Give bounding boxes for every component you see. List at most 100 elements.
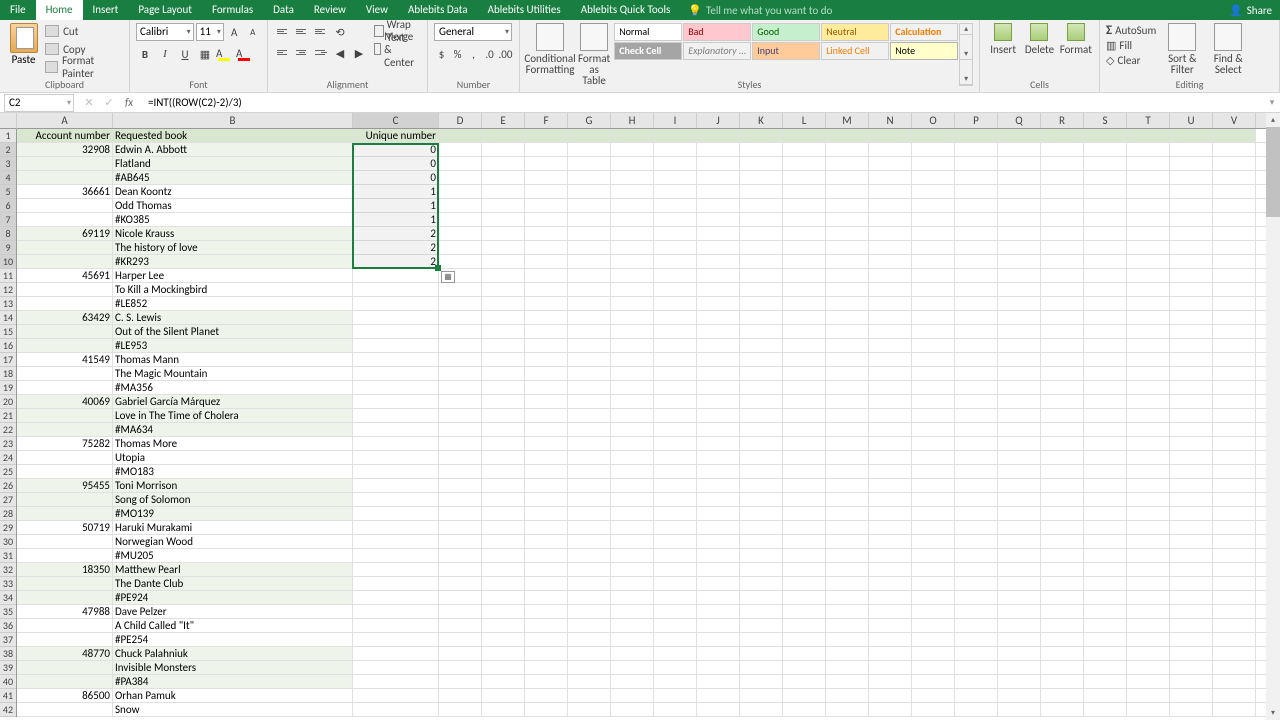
cell[interactable] <box>1213 325 1256 338</box>
cell[interactable] <box>611 437 654 450</box>
cell[interactable] <box>439 241 482 254</box>
row-header-36[interactable]: 36 <box>0 619 16 633</box>
cell[interactable] <box>1213 213 1256 226</box>
cell[interactable] <box>17 703 113 716</box>
cell[interactable] <box>611 325 654 338</box>
cell[interactable] <box>912 325 955 338</box>
cell[interactable] <box>998 185 1041 198</box>
cell[interactable] <box>654 269 697 282</box>
cell[interactable] <box>826 255 869 268</box>
cell[interactable] <box>869 129 912 142</box>
cell[interactable] <box>654 591 697 604</box>
cell[interactable] <box>568 423 611 436</box>
cell[interactable] <box>1041 199 1084 212</box>
cell[interactable]: Haruki Murakami <box>113 521 353 534</box>
row-header-26[interactable]: 26 <box>0 479 16 493</box>
cell[interactable] <box>353 451 439 464</box>
col-header-O[interactable]: O <box>912 113 955 128</box>
cell[interactable] <box>869 353 912 366</box>
row-header-21[interactable]: 21 <box>0 409 16 423</box>
cell[interactable]: Gabriel García Márquez <box>113 395 353 408</box>
cell[interactable] <box>482 157 525 170</box>
cell[interactable] <box>353 367 439 380</box>
cell[interactable] <box>1170 269 1213 282</box>
cell[interactable]: #PE924 <box>113 591 353 604</box>
cell[interactable] <box>740 619 783 632</box>
cell[interactable] <box>353 353 439 366</box>
cancel-formula-button[interactable]: ✕ <box>82 96 96 109</box>
cell[interactable] <box>568 437 611 450</box>
cell[interactable] <box>353 311 439 324</box>
cell[interactable]: Snow <box>113 703 353 716</box>
cell[interactable] <box>955 591 998 604</box>
cell[interactable] <box>912 493 955 506</box>
cell[interactable] <box>1127 661 1170 674</box>
cell[interactable] <box>17 283 113 296</box>
cell[interactable] <box>697 647 740 660</box>
cell[interactable] <box>955 311 998 324</box>
cell[interactable] <box>611 353 654 366</box>
cell[interactable] <box>1170 213 1213 226</box>
cell[interactable] <box>697 129 740 142</box>
cell[interactable] <box>826 367 869 380</box>
cell[interactable] <box>525 283 568 296</box>
cell[interactable] <box>439 479 482 492</box>
cell[interactable] <box>1041 213 1084 226</box>
cell[interactable] <box>912 661 955 674</box>
cell[interactable] <box>1170 619 1213 632</box>
cell[interactable] <box>826 409 869 422</box>
cell[interactable] <box>740 549 783 562</box>
cell[interactable] <box>783 507 826 520</box>
cell[interactable] <box>1213 409 1256 422</box>
cell[interactable] <box>955 521 998 534</box>
tab-ablebits-quick-tools[interactable]: Ablebits Quick Tools <box>571 0 681 20</box>
cell[interactable] <box>1084 171 1127 184</box>
cell[interactable] <box>482 507 525 520</box>
cell[interactable] <box>740 255 783 268</box>
cell[interactable] <box>353 409 439 422</box>
cell[interactable] <box>783 297 826 310</box>
cell[interactable] <box>654 311 697 324</box>
cell[interactable] <box>525 199 568 212</box>
cell[interactable]: Toni Morrison <box>113 479 353 492</box>
cell[interactable] <box>1084 409 1127 422</box>
cell[interactable] <box>869 605 912 618</box>
cell[interactable] <box>568 409 611 422</box>
cell[interactable] <box>1041 507 1084 520</box>
cell[interactable] <box>1127 437 1170 450</box>
cell[interactable]: Thomas Mann <box>113 353 353 366</box>
cell[interactable] <box>1041 675 1084 688</box>
style-check-cell[interactable]: Check Cell <box>614 42 682 60</box>
cell[interactable] <box>568 213 611 226</box>
cell[interactable] <box>955 451 998 464</box>
cell[interactable] <box>1041 647 1084 660</box>
cell[interactable]: Unique number <box>353 129 439 142</box>
cell[interactable] <box>783 451 826 464</box>
cell[interactable] <box>1041 129 1084 142</box>
cell[interactable] <box>1084 437 1127 450</box>
cell[interactable] <box>1041 465 1084 478</box>
cell[interactable] <box>783 591 826 604</box>
cell[interactable] <box>826 157 869 170</box>
cell[interactable] <box>1170 171 1213 184</box>
cell[interactable] <box>525 521 568 534</box>
cell[interactable] <box>783 479 826 492</box>
cell[interactable]: #KR293 <box>113 255 353 268</box>
share-button[interactable]: 👤 Share <box>1229 4 1272 17</box>
shrink-font-button[interactable]: A <box>244 23 261 41</box>
cell[interactable] <box>439 199 482 212</box>
cell[interactable] <box>525 157 568 170</box>
row-header-17[interactable]: 17 <box>0 353 16 367</box>
cell[interactable] <box>912 633 955 646</box>
cell[interactable] <box>439 675 482 688</box>
cell[interactable] <box>697 675 740 688</box>
cell[interactable] <box>1213 353 1256 366</box>
cell[interactable] <box>1041 633 1084 646</box>
cell[interactable] <box>1170 535 1213 548</box>
cell[interactable] <box>826 633 869 646</box>
cell[interactable] <box>869 507 912 520</box>
cell[interactable] <box>783 465 826 478</box>
cell[interactable] <box>439 325 482 338</box>
cell[interactable] <box>17 451 113 464</box>
cell[interactable] <box>1041 171 1084 184</box>
